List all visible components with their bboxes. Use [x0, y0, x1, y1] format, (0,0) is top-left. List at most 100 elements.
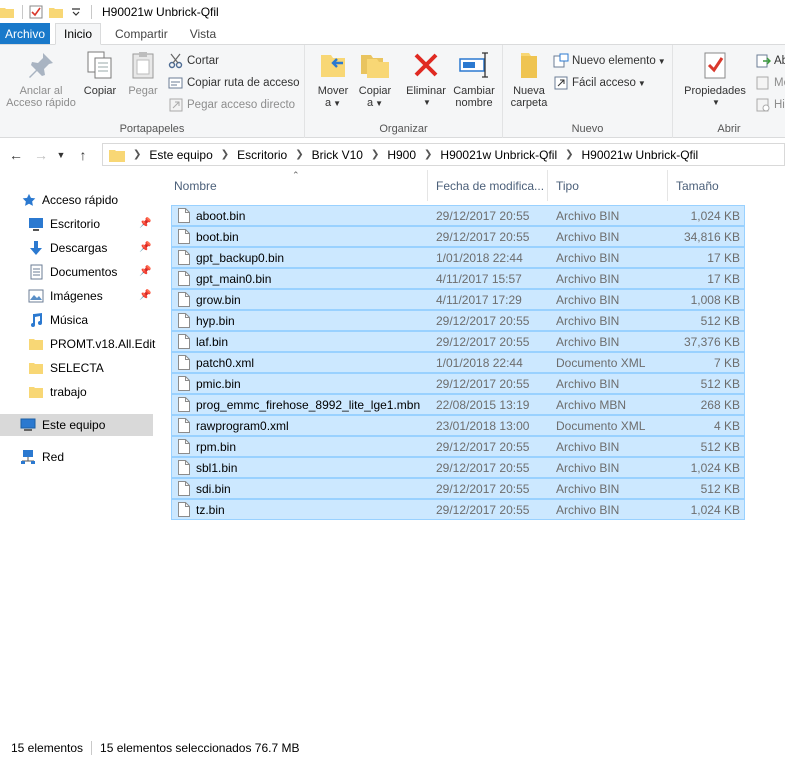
- group-portapapeles: Anclar al Acceso rápido Copiar Pegar Cor…: [0, 45, 305, 138]
- forward-arrow-icon[interactable]: →: [31, 145, 51, 165]
- file-row[interactable]: gpt_main0.bin 4/11/2017 15:57 Archivo BIN 1…: [171, 268, 745, 289]
- file-row[interactable]: patch0.xml 1/01/2018 22:44 Documento XML 7 …: [171, 352, 745, 373]
- folder-icon: [109, 149, 125, 162]
- file-row[interactable]: gpt_backup0.bin 1/01/2018 22:44 Archivo BI…: [171, 247, 745, 268]
- file-size: 37,376 KB: [683, 334, 740, 349]
- easy-access-button[interactable]: Fácil acceso ▼: [553, 73, 646, 93]
- status-divider: [91, 740, 93, 755]
- navigation-pane: Acceso rápido Escritorio 📌 Descargas 📌 D…: [0, 185, 157, 485]
- file-size: 4 KB: [713, 418, 740, 433]
- paste-label: Pegar: [128, 85, 158, 97]
- file-row[interactable]: grow.bin 4/11/2017 17:29 Archivo BIN 1,008 …: [171, 289, 745, 310]
- file-row[interactable]: sbl1.bin 29/12/2017 20:55 Archivo BIN 1,024…: [171, 457, 745, 478]
- pin-icon: 📌: [139, 242, 152, 253]
- file-row[interactable]: boot.bin 29/12/2017 20:55 Archivo BIN 34,81…: [171, 226, 745, 247]
- group-label-portapapeles: Portapapeles: [119, 123, 185, 135]
- copy-to-icon: [361, 55, 389, 78]
- rename-button[interactable]: Cambiar nombre: [451, 49, 497, 109]
- nav-escritorio[interactable]: Escritorio: [0, 213, 157, 235]
- nav-quick-access[interactable]: Acceso rápido: [0, 189, 157, 211]
- nav-trabajo-label: trabajo: [50, 385, 87, 399]
- nav-musica[interactable]: Música: [0, 309, 157, 331]
- file-name: sdi.bin: [196, 481, 231, 496]
- column-header-type[interactable]: Tipo: [548, 170, 668, 201]
- breadcrumb-unbrick-qfil-current[interactable]: H90021w Unbrick-Qfil: [582, 148, 699, 162]
- nav-escritorio-label: Escritorio: [50, 217, 101, 231]
- up-arrow-icon[interactable]: ↑: [73, 145, 93, 165]
- nav-este-equipo[interactable]: Este equipo: [0, 414, 153, 436]
- folder-icon: [29, 339, 43, 350]
- nav-promt[interactable]: PROMT.v18.All.Edit: [0, 333, 157, 355]
- ribbon-tabs: Archivo Inicio Compartir Vista: [0, 23, 785, 45]
- address-bar[interactable]: ❯ Este equipo ❯ Escritorio ❯ Brick V10 ❯…: [102, 143, 785, 166]
- breadcrumb-brick-v10[interactable]: Brick V10: [312, 148, 363, 162]
- nav-trabajo[interactable]: trabajo: [0, 381, 157, 403]
- tab-vista[interactable]: Vista: [182, 23, 224, 44]
- pin-quick-access-button[interactable]: Anclar al Acceso rápido: [4, 49, 78, 109]
- file-row[interactable]: tz.bin 29/12/2017 20:55 Archivo BIN 1,024 K…: [171, 499, 745, 520]
- properties-icon[interactable]: [29, 5, 43, 19]
- file-row[interactable]: rawprogram0.xml 23/01/2018 13:00 Documento…: [171, 415, 745, 436]
- breadcrumb-h900[interactable]: H900: [387, 148, 416, 162]
- file-row[interactable]: aboot.bin 29/12/2017 20:55 Archivo BIN 1,02…: [171, 205, 745, 226]
- properties-label: Propiedades: [684, 85, 746, 97]
- nav-selecta-label: SELECTA: [50, 361, 104, 375]
- file-row[interactable]: pmic.bin 29/12/2017 20:55 Archivo BIN 512 K…: [171, 373, 745, 394]
- nav-imagenes[interactable]: Imágenes: [0, 285, 157, 307]
- nav-red-label: Red: [42, 450, 65, 464]
- file-row[interactable]: hyp.bin 29/12/2017 20:55 Archivo BIN 512 KB: [171, 310, 745, 331]
- properties-button[interactable]: Propiedades ▼: [681, 49, 749, 109]
- pin-icon: [29, 53, 53, 78]
- tab-archivo[interactable]: Archivo: [0, 23, 50, 44]
- file-row[interactable]: laf.bin 29/12/2017 20:55 Archivo BIN 37,376…: [171, 331, 745, 352]
- file-type: Documento XML: [556, 355, 646, 370]
- computer-icon: [20, 418, 36, 431]
- file-name: laf.bin: [196, 334, 229, 349]
- pin-icon: 📌: [139, 218, 152, 229]
- tab-compartir[interactable]: Compartir: [107, 23, 176, 44]
- column-header-name[interactable]: Nombre: [166, 170, 428, 201]
- cut-button[interactable]: Cortar: [168, 51, 219, 71]
- separator: [91, 5, 92, 19]
- desktop-icon: [29, 218, 43, 231]
- properties-icon: [704, 52, 726, 79]
- edit-icon: [756, 76, 769, 90]
- delete-button[interactable]: Eliminar ▼: [403, 49, 449, 109]
- move-to-icon: [321, 55, 345, 77]
- copy-path-button[interactable]: Copiar ruta de acceso: [168, 73, 300, 93]
- breadcrumb-este-equipo[interactable]: Este equipo: [149, 148, 212, 162]
- file-name: gpt_backup0.bin: [196, 250, 285, 265]
- copy-button[interactable]: Copiar: [80, 49, 120, 97]
- file-icon: [178, 439, 190, 454]
- new-item-button[interactable]: Nuevo elemento ▼: [553, 51, 666, 71]
- open-button[interactable]: Ab: [755, 51, 785, 71]
- file-icon: [178, 292, 190, 307]
- breadcrumb-unbrick-qfil[interactable]: H90021w Unbrick-Qfil: [440, 148, 557, 162]
- file-icon: [178, 397, 190, 412]
- new-folder-button[interactable]: Nueva carpeta: [509, 49, 549, 109]
- file-row[interactable]: sdi.bin 29/12/2017 20:55 Archivo BIN 512 KB: [171, 478, 745, 499]
- nav-descargas[interactable]: Descargas: [0, 237, 157, 259]
- file-date: 29/12/2017 20:55: [436, 334, 530, 349]
- copy-to-button[interactable]: Copiar a ▼: [355, 49, 395, 110]
- paste-button[interactable]: Pegar: [123, 49, 163, 97]
- back-arrow-icon[interactable]: ←: [6, 145, 26, 165]
- nav-red[interactable]: Red: [0, 446, 157, 468]
- nav-documentos[interactable]: Documentos: [0, 261, 157, 283]
- move-to-button[interactable]: Mover a ▼: [313, 49, 353, 110]
- nav-selecta[interactable]: SELECTA: [0, 357, 157, 379]
- recent-locations-chevron-icon[interactable]: ▼: [51, 145, 71, 165]
- paste-shortcut-button[interactable]: Pegar acceso directo: [168, 95, 295, 115]
- chevron-down-icon[interactable]: [69, 5, 83, 19]
- tab-inicio[interactable]: Inicio: [55, 23, 102, 45]
- column-header-date[interactable]: Fecha de modifica...: [428, 170, 548, 201]
- breadcrumb-escritorio[interactable]: Escritorio: [237, 148, 287, 162]
- title-bar: H90021w Unbrick-Qfil: [0, 0, 785, 24]
- history-button[interactable]: His: [755, 95, 785, 115]
- file-row[interactable]: rpm.bin 29/12/2017 20:55 Archivo BIN 512 KB: [171, 436, 745, 457]
- nav-este-equipo-label: Este equipo: [42, 418, 106, 432]
- file-row[interactable]: prog_emmc_firehose_8992_lite_lge1.mbn 22/…: [171, 394, 745, 415]
- modify-button[interactable]: Mo: [755, 73, 785, 93]
- new-folder-icon[interactable]: [49, 5, 63, 19]
- column-header-size[interactable]: Tamaño: [668, 170, 748, 201]
